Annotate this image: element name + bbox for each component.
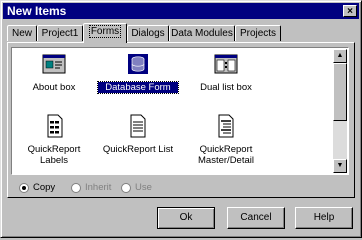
tab-data-modules[interactable]: Data Modules <box>169 25 235 41</box>
about-box-icon <box>42 54 66 74</box>
ok-button[interactable]: Ok <box>157 207 215 229</box>
item-database-form[interactable]: Database Form <box>97 52 179 96</box>
tab-strip: New Project1 Forms Dialogs Data Modules … <box>7 23 357 43</box>
item-about-box[interactable]: About box <box>14 52 94 96</box>
quickreport-labels-icon <box>47 114 63 138</box>
quickreport-master-detail-icon <box>218 114 234 138</box>
item-label: QuickReport Labels <box>27 144 81 166</box>
item-mode-options: Copy Inherit Use <box>19 182 219 194</box>
radio-checked-icon <box>19 183 29 193</box>
title-bar[interactable]: New Items × <box>3 3 359 19</box>
scroll-thumb[interactable] <box>333 63 347 121</box>
tab-dialogs[interactable]: Dialogs <box>127 25 169 41</box>
new-items-dialog: New Items × New Project1 Forms Dialogs D… <box>0 0 362 238</box>
item-label: About box <box>32 82 76 93</box>
window-title: New Items <box>7 4 67 18</box>
item-dual-list-box[interactable]: Dual list box <box>186 52 266 96</box>
close-button[interactable]: × <box>343 5 357 17</box>
item-quickreport-list[interactable]: QuickReport List <box>98 114 178 158</box>
vertical-scrollbar[interactable]: ▲ ▼ <box>333 49 347 173</box>
item-label: Dual list box <box>200 82 252 93</box>
quickreport-list-icon <box>130 114 146 138</box>
help-button[interactable]: Help <box>295 207 353 229</box>
tab-project1[interactable]: Project1 <box>37 25 83 41</box>
radio-unchecked-icon <box>121 183 131 193</box>
item-label: QuickReport Master/Detail <box>198 144 254 166</box>
radio-unchecked-icon <box>71 183 81 193</box>
tab-projects[interactable]: Projects <box>235 25 281 41</box>
item-label-selected: Database Form <box>97 81 179 94</box>
tab-new[interactable]: New <box>7 25 37 41</box>
items-listview[interactable]: About box Database Form Dual list box Qu… <box>11 47 349 175</box>
scroll-down-icon[interactable]: ▼ <box>333 159 347 173</box>
tab-forms[interactable]: Forms <box>83 23 127 43</box>
item-quickreport-labels[interactable]: QuickReport Labels <box>14 114 94 166</box>
item-label: QuickReport List <box>102 144 174 155</box>
cancel-button[interactable]: Cancel <box>227 207 285 229</box>
dual-list-box-icon <box>214 54 238 74</box>
database-form-icon <box>128 54 148 74</box>
scroll-up-icon[interactable]: ▲ <box>333 49 347 63</box>
item-quickreport-master-detail[interactable]: QuickReport Master/Detail <box>186 114 266 168</box>
